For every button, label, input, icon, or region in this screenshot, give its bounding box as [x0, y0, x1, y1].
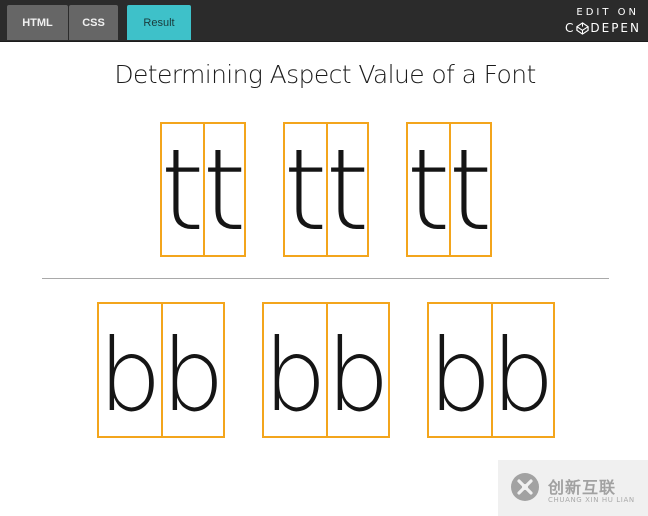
b-glyph-box: b: [161, 302, 225, 438]
b-glyph-box: b: [491, 302, 555, 438]
watermark-subtext: CHUANG XIN HU LIAN: [548, 496, 635, 504]
t-glyph: t: [406, 126, 451, 256]
b-glyph-box: b: [326, 302, 390, 438]
t-glyph: t: [160, 126, 205, 256]
b-glyph-box: b: [427, 302, 493, 438]
b-glyph-box: b: [262, 302, 328, 438]
b-glyph: b: [263, 317, 327, 434]
edit-on-label: EDIT ON: [576, 7, 639, 18]
codepen-topbar: HTML CSS Result EDIT ON C DEPEN: [0, 0, 648, 42]
watermark: 创新互联 CHUANG XIN HU LIAN: [498, 460, 648, 516]
watermark-text: 创新互联: [548, 478, 617, 497]
tab-css[interactable]: CSS: [69, 5, 118, 40]
b-glyph: b: [98, 317, 162, 434]
b-glyph: b: [326, 317, 390, 434]
t-glyph: t: [326, 126, 369, 256]
t-glyph: t: [283, 126, 328, 256]
codepen-logo: C DEPEN: [565, 21, 641, 35]
tab-result[interactable]: Result: [127, 5, 191, 40]
t-glyph: t: [449, 126, 492, 256]
codepen-cube-icon: [576, 21, 590, 35]
t-glyph-box: t: [449, 122, 492, 257]
chuangxin-logo-icon: [511, 473, 539, 501]
tab-html[interactable]: HTML: [7, 5, 68, 40]
t-glyph: t: [203, 126, 246, 256]
t-glyph-box: t: [283, 122, 328, 257]
b-glyph: b: [161, 317, 225, 434]
b-glyph: b: [428, 317, 492, 434]
b-glyph-box: b: [97, 302, 163, 438]
t-glyph-box: t: [203, 122, 246, 257]
t-glyph-box: t: [326, 122, 369, 257]
codepen-brand-right: DEPEN: [590, 21, 641, 35]
edit-on-codepen-link[interactable]: EDIT ON C DEPEN: [552, 4, 644, 38]
t-glyph-box: t: [406, 122, 451, 257]
b-glyph: b: [491, 317, 555, 434]
page-title: Determining Aspect Value of a Font: [114, 60, 536, 89]
codepen-brand-left: C: [564, 21, 576, 35]
t-glyph-box: t: [160, 122, 205, 257]
section-divider: [42, 278, 609, 279]
